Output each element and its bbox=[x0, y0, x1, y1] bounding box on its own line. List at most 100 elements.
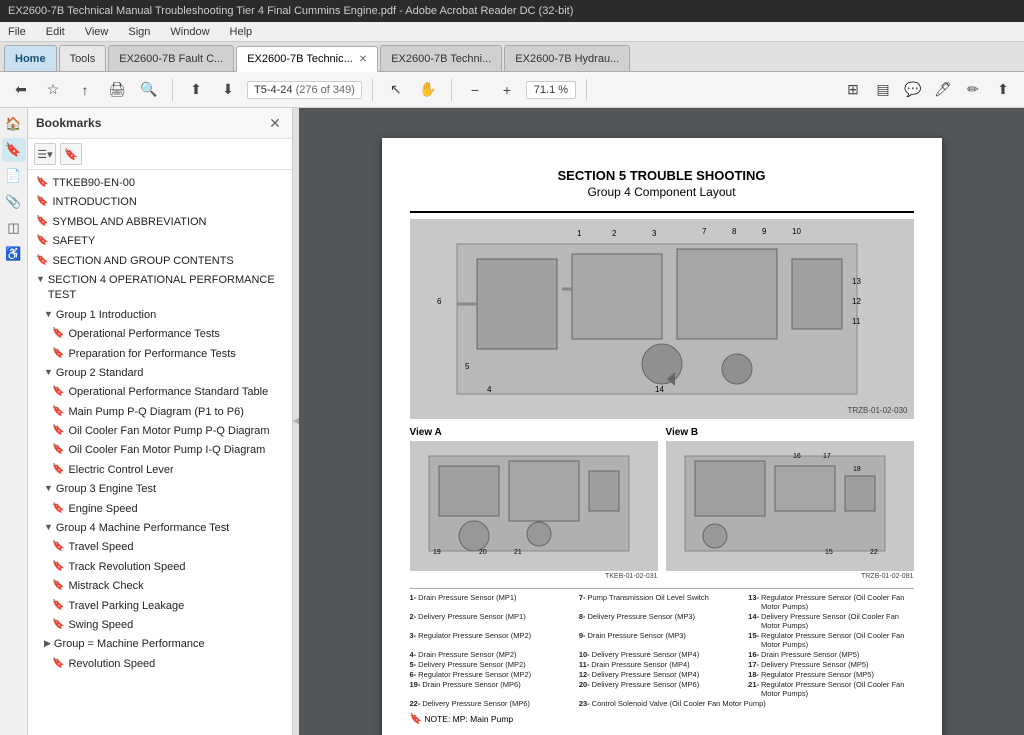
bm-intro[interactable]: 🔖 INTRODUCTION bbox=[28, 193, 292, 212]
nav-next-page[interactable]: ⬇ bbox=[215, 77, 241, 103]
bm-group-machine-toggle[interactable]: ▶ bbox=[44, 637, 51, 650]
bm-group-machine-label: Group = Machine Performance bbox=[54, 637, 288, 652]
legend-3: 3- Regulator Pressure Sensor (MP2) bbox=[410, 631, 575, 649]
bm-group3[interactable]: ▼ Group 3 Engine Test bbox=[28, 480, 292, 499]
left-icon-accessibility[interactable]: ♿ bbox=[2, 242, 26, 266]
bm-safety-icon: 🔖 bbox=[36, 234, 48, 248]
back-button[interactable]: ⬅ bbox=[8, 77, 34, 103]
tab-technic-active[interactable]: EX2600-7B Technic... ✕ bbox=[236, 46, 378, 72]
bm-prep-perf[interactable]: 🔖 Preparation for Performance Tests bbox=[28, 345, 292, 364]
bm-electric[interactable]: 🔖 Electric Control Lever bbox=[28, 461, 292, 480]
legend-21: 21- Regulator Pressure Sensor (Oil Coole… bbox=[748, 680, 913, 698]
menu-bar: File Edit View Sign Window Help bbox=[0, 22, 1024, 42]
tab-technic-active-label: EX2600-7B Technic... bbox=[247, 53, 353, 65]
tab-home[interactable]: Home bbox=[4, 45, 57, 71]
bm-ttkeb-icon: 🔖 bbox=[36, 176, 48, 190]
share-button[interactable]: ⬆ bbox=[990, 77, 1016, 103]
bookmark-toolbar-icon[interactable]: ☆ bbox=[40, 77, 66, 103]
tab-techni[interactable]: EX2600-7B Techni... bbox=[380, 45, 502, 71]
bm-swing-speed[interactable]: 🔖 Swing Speed bbox=[28, 616, 292, 635]
bm-safety[interactable]: 🔖 SAFETY bbox=[28, 232, 292, 251]
menu-view[interactable]: View bbox=[81, 24, 113, 40]
zoom-in-button[interactable]: + bbox=[494, 77, 520, 103]
menu-help[interactable]: Help bbox=[226, 24, 257, 40]
legend-16: 16- Drain Pressure Sensor (MP5) bbox=[748, 650, 913, 659]
zoom-out-button[interactable]: − bbox=[462, 77, 488, 103]
tab-close-icon[interactable]: ✕ bbox=[359, 54, 367, 65]
bm-s4opt-label: SECTION 4 OPERATIONAL PERFORMANCE TEST bbox=[48, 273, 288, 304]
draw-button[interactable]: ✏ bbox=[960, 77, 986, 103]
main-diagram: 6 5 4 14 1 2 3 7 8 9 10 13 12 11 bbox=[410, 219, 914, 419]
cursor-select-button[interactable]: ↖ bbox=[383, 77, 409, 103]
bm-group4[interactable]: ▼ Group 4 Machine Performance Test bbox=[28, 519, 292, 538]
left-icon-layers[interactable]: ◫ bbox=[2, 216, 26, 240]
left-icon-home[interactable]: 🏠 bbox=[2, 112, 26, 136]
bm-track-rev-label: Track Revolution Speed bbox=[68, 560, 288, 575]
pdf-viewer[interactable]: SECTION 5 TROUBLE SHOOTING Group 4 Compo… bbox=[299, 108, 1024, 735]
bm-s4opt-toggle[interactable]: ▼ bbox=[36, 273, 45, 286]
bm-ttkeb[interactable]: 🔖 TTKEB90-EN-00 bbox=[28, 174, 292, 193]
bm-group3-toggle[interactable]: ▼ bbox=[44, 482, 53, 495]
zoom-level[interactable]: 71.1 % bbox=[526, 81, 576, 99]
bookmarks-panel: Bookmarks ✕ ☰▾ 🔖 🔖 TTKEB90-EN-00 🔖 INTRO… bbox=[28, 108, 293, 735]
menu-edit[interactable]: Edit bbox=[42, 24, 69, 40]
bm-symbol[interactable]: 🔖 SYMBOL AND ABBREVIATION bbox=[28, 213, 292, 232]
tab-hydrau[interactable]: EX2600-7B Hydrau... bbox=[504, 45, 630, 71]
print-button[interactable]: 🖨 bbox=[104, 77, 130, 103]
pdf-section-title: SECTION 5 TROUBLE SHOOTING bbox=[410, 168, 914, 183]
bm-oil-iq[interactable]: 🔖 Oil Cooler Fan Motor Pump I-Q Diagram bbox=[28, 441, 292, 460]
bm-oil-pq-label: Oil Cooler Fan Motor Pump P-Q Diagram bbox=[68, 424, 288, 439]
left-icon-paperclip[interactable]: 📎 bbox=[2, 190, 26, 214]
bm-travel-speed[interactable]: 🔖 Travel Speed bbox=[28, 538, 292, 557]
bm-opt-perf-tests-label: Operational Performance Tests bbox=[68, 327, 288, 342]
bm-group2-toggle[interactable]: ▼ bbox=[44, 366, 53, 379]
svg-text:11: 11 bbox=[852, 317, 861, 326]
bm-opt-std-table[interactable]: 🔖 Operational Performance Standard Table bbox=[28, 383, 292, 402]
bm-group4-toggle[interactable]: ▼ bbox=[44, 521, 53, 534]
bm-track-rev[interactable]: 🔖 Track Revolution Speed bbox=[28, 558, 292, 577]
left-icon-bookmarks[interactable]: 🔖 bbox=[2, 138, 26, 162]
comment-button[interactable]: 💬 bbox=[900, 77, 926, 103]
hand-tool-button[interactable]: ✋ bbox=[415, 77, 441, 103]
bm-oil-pq[interactable]: 🔖 Oil Cooler Fan Motor Pump P-Q Diagram bbox=[28, 422, 292, 441]
bm-engine-speed-icon: 🔖 bbox=[52, 502, 64, 516]
bm-intro-label: INTRODUCTION bbox=[52, 195, 288, 210]
bm-group2[interactable]: ▼ Group 2 Standard bbox=[28, 364, 292, 383]
bookmarks-options-button[interactable]: ☰▾ bbox=[34, 143, 56, 165]
bm-opt-perf-tests[interactable]: 🔖 Operational Performance Tests bbox=[28, 325, 292, 344]
bm-rev-speed[interactable]: 🔖 Revolution Speed bbox=[28, 655, 292, 674]
bm-rev-speed-label: Revolution Speed bbox=[68, 657, 288, 672]
nav-prev-page[interactable]: ⬆ bbox=[183, 77, 209, 103]
bm-group1[interactable]: ▼ Group 1 Introduction bbox=[28, 306, 292, 325]
fit-page-button[interactable]: ⊞ bbox=[840, 77, 866, 103]
page-info[interactable]: T5-4-24 (276 of 349) bbox=[247, 81, 362, 99]
legend-23: 23- Control Solenoid Valve (Oil Cooler F… bbox=[579, 699, 914, 708]
search-button[interactable]: 🔍 bbox=[136, 77, 162, 103]
bm-parking-leakage-label: Travel Parking Leakage bbox=[68, 599, 288, 614]
menu-file[interactable]: File bbox=[4, 24, 30, 40]
bm-s4opt[interactable]: ▼ SECTION 4 OPERATIONAL PERFORMANCE TEST bbox=[28, 271, 292, 306]
bookmarks-close-button[interactable]: ✕ bbox=[266, 114, 284, 132]
bm-mistrack-label: Mistrack Check bbox=[68, 579, 288, 594]
legend-9: 9- Drain Pressure Sensor (MP3) bbox=[579, 631, 744, 649]
bm-main-pump[interactable]: 🔖 Main Pump P-Q Diagram (P1 to P6) bbox=[28, 403, 292, 422]
scroll-mode-button[interactable]: ▤ bbox=[870, 77, 896, 103]
bm-engine-speed-label: Engine Speed bbox=[68, 502, 288, 517]
bm-section-group[interactable]: 🔖 SECTION AND GROUP CONTENTS bbox=[28, 252, 292, 271]
menu-window[interactable]: Window bbox=[166, 24, 213, 40]
tab-fault[interactable]: EX2600-7B Fault C... bbox=[108, 45, 234, 71]
bm-group1-toggle[interactable]: ▼ bbox=[44, 308, 53, 321]
legend-14: 14- Delivery Pressure Sensor (Oil Cooler… bbox=[748, 612, 913, 630]
bm-parking-leakage[interactable]: 🔖 Travel Parking Leakage bbox=[28, 597, 292, 616]
legend-19: 19- Drain Pressure Sensor (MP6) bbox=[410, 680, 575, 698]
home-button[interactable]: ↑ bbox=[72, 77, 98, 103]
bookmarks-expand-button[interactable]: 🔖 bbox=[60, 143, 82, 165]
highlight-button[interactable]: 🖊 bbox=[930, 77, 956, 103]
bm-group-machine[interactable]: ▶ Group = Machine Performance bbox=[28, 635, 292, 654]
bm-engine-speed[interactable]: 🔖 Engine Speed bbox=[28, 500, 292, 519]
bm-mistrack[interactable]: 🔖 Mistrack Check bbox=[28, 577, 292, 596]
left-icon-pages[interactable]: 📄 bbox=[2, 164, 26, 188]
tab-tools[interactable]: Tools bbox=[59, 45, 107, 71]
svg-text:13: 13 bbox=[852, 277, 861, 286]
menu-sign[interactable]: Sign bbox=[124, 24, 154, 40]
